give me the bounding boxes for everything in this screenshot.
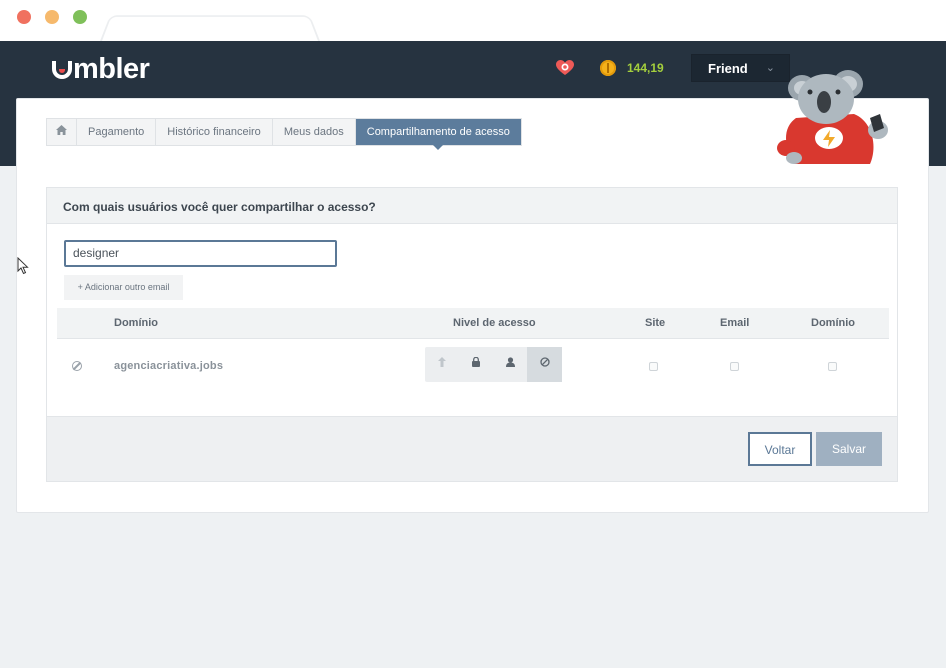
logo-u-icon — [52, 61, 72, 79]
coin-icon — [600, 60, 616, 76]
umbler-logo[interactable]: mbler — [52, 53, 150, 86]
level-blocked[interactable] — [527, 347, 562, 382]
window-minimize-dot[interactable] — [45, 10, 59, 24]
access-level-selector — [425, 347, 562, 382]
browser-chrome — [0, 0, 946, 42]
user-name: Friend — [708, 61, 748, 76]
email-field[interactable]: designer — [64, 240, 337, 267]
card-footer: Voltar Salvar — [47, 416, 897, 481]
upload-icon — [425, 357, 459, 369]
add-email-button[interactable]: + Adicionar outro email — [64, 275, 183, 300]
user-icon — [493, 357, 527, 369]
block-icon — [527, 357, 562, 369]
breadcrumb-meus-dados[interactable]: Meus dados — [273, 119, 356, 145]
save-button[interactable]: Salvar — [816, 432, 882, 466]
cursor-icon — [17, 257, 29, 275]
site-checkbox[interactable] — [649, 362, 658, 371]
share-title: Com quais usuários você quer compartilha… — [47, 188, 897, 224]
table-row: agenciacriativa.jobs — [57, 340, 889, 390]
level-lock[interactable] — [459, 347, 493, 382]
home-icon — [56, 125, 67, 135]
row-domain: agenciacriativa.jobs — [114, 360, 224, 372]
breadcrumb-home[interactable] — [47, 119, 77, 145]
level-upload[interactable] — [425, 347, 459, 382]
back-button[interactable]: Voltar — [748, 432, 812, 466]
koala-mascot — [777, 70, 888, 164]
header-site: Site — [645, 317, 666, 329]
block-icon[interactable] — [72, 361, 82, 371]
lock-icon — [459, 356, 493, 369]
table-header: Domínio Nivel de acesso Site Email Domín… — [57, 308, 889, 339]
level-user[interactable] — [493, 347, 527, 382]
credits-balance: 144,19 — [627, 61, 664, 75]
header-access-level: Nivel de acesso — [453, 317, 536, 329]
window-maximize-dot[interactable] — [73, 10, 87, 24]
header-email: Email — [720, 317, 750, 329]
header-domain-access: Domínio — [811, 317, 855, 329]
share-access-card: Com quais usuários você quer compartilha… — [46, 187, 898, 482]
breadcrumb-pagamento[interactable]: Pagamento — [77, 119, 157, 145]
email-checkbox[interactable] — [730, 362, 739, 371]
heart-icon[interactable] — [556, 60, 574, 76]
breadcrumb: Pagamento Histórico financeiro Meus dado… — [46, 118, 522, 150]
header-domain: Domínio — [114, 317, 158, 329]
breadcrumb-historico-financeiro[interactable]: Histórico financeiro — [156, 119, 273, 145]
domain-checkbox[interactable] — [828, 362, 837, 371]
window-close-dot[interactable] — [17, 10, 31, 24]
logo-text: mbler — [73, 53, 150, 85]
breadcrumb-compartilhamento[interactable]: Compartilhamento de acesso — [355, 119, 521, 150]
browser-tab[interactable] — [100, 15, 320, 42]
